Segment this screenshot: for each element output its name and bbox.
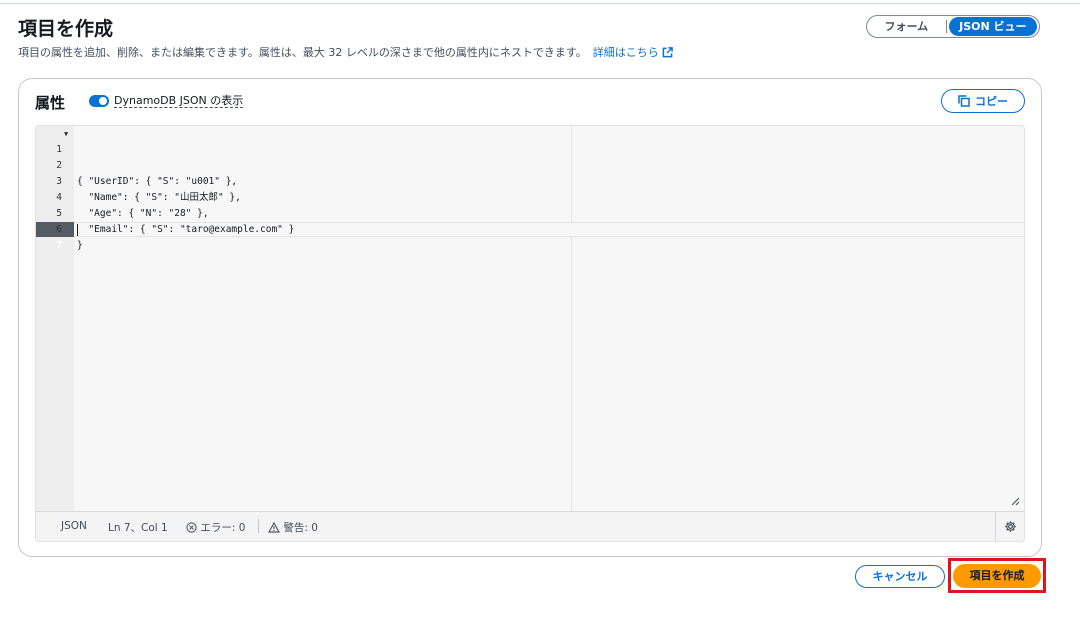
language-mode: JSON	[61, 520, 87, 532]
line-code: "Name": { "S": "山田太郎" },	[77, 192, 241, 203]
attributes-title: 属性	[35, 94, 66, 112]
line-code: }	[77, 240, 83, 251]
fold-arrow-icon[interactable]: ▼	[64, 126, 68, 142]
toggle-knob	[99, 97, 107, 105]
warning-count: 警告: 0	[283, 522, 318, 534]
error-circle-icon	[186, 522, 197, 533]
page-title: 項目を作成	[18, 18, 114, 40]
code-line: 4 "Age": { "N": "28" },	[36, 174, 208, 219]
code-line: 5 "Email": { "S": "taro@example.com" }	[36, 190, 294, 235]
dynamodb-json-label[interactable]: DynamoDB JSON の表示	[114, 94, 244, 108]
status-separator	[258, 519, 259, 533]
json-code-editor[interactable]: 1 ▼ { 2 "UserID": { "S": "u001" }, 3 "Na…	[35, 125, 1025, 542]
description-text: 項目の属性を追加、削除、または編集できます。属性は、最大 32 レベルの深さまで…	[18, 46, 587, 59]
print-margin	[571, 126, 572, 511]
resize-handle-icon[interactable]	[1010, 496, 1020, 509]
external-link-icon	[662, 47, 673, 58]
learn-more-label: 詳細はこちら	[592, 46, 659, 59]
copy-button[interactable]: コピー	[941, 89, 1025, 113]
page-description: 項目の属性を追加、削除、または編集できます。属性は、最大 32 レベルの深さまで…	[18, 44, 673, 60]
dynamodb-json-toggle[interactable]	[89, 95, 109, 107]
top-divider	[0, 3, 1080, 4]
create-item-button[interactable]: 項目を作成	[953, 564, 1041, 588]
warning-triangle-icon	[267, 521, 281, 533]
code-line: 2 "UserID": { "S": "u001" },	[36, 142, 237, 187]
editor-settings-button[interactable]	[995, 512, 1024, 541]
toggle-divider	[945, 20, 947, 33]
editor-status-bar: JSON Ln 7、Col 1 エラー: 0 警告: 0	[36, 511, 1024, 541]
json-view-tab[interactable]: JSON ビュー	[948, 17, 1038, 36]
view-mode-toggle: フォーム JSON ビュー	[866, 15, 1040, 38]
gear-icon	[1004, 521, 1016, 532]
line-code: "Email": { "S": "taro@example.com" }	[77, 224, 295, 235]
warning-status[interactable]: 警告: 0	[267, 520, 318, 535]
learn-more-link[interactable]: 詳細はこちら	[593, 46, 673, 59]
cancel-button[interactable]: キャンセル	[855, 565, 945, 588]
code-line-active: 7	[36, 222, 70, 251]
form-view-tab[interactable]: フォーム	[869, 17, 944, 36]
line-code: "Age": { "N": "28" },	[77, 208, 209, 219]
cursor-position: Ln 7、Col 1	[108, 522, 168, 534]
line-number: 7	[56, 240, 62, 251]
code-line: 1 ▼ {	[36, 126, 82, 187]
text-cursor	[77, 224, 78, 236]
error-count: エラー: 0	[200, 522, 246, 534]
line-code: "UserID": { "S": "u001" },	[77, 176, 238, 187]
code-line: 6 }	[36, 206, 82, 251]
copy-icon	[958, 95, 970, 107]
attributes-panel: 属性 DynamoDB JSON の表示 コピー 1 ▼ { 2 "UserID…	[18, 78, 1042, 557]
copy-label: コピー	[975, 95, 1008, 108]
error-status[interactable]: エラー: 0	[186, 520, 245, 535]
code-line: 3 "Name": { "S": "山田太郎" },	[36, 158, 241, 203]
